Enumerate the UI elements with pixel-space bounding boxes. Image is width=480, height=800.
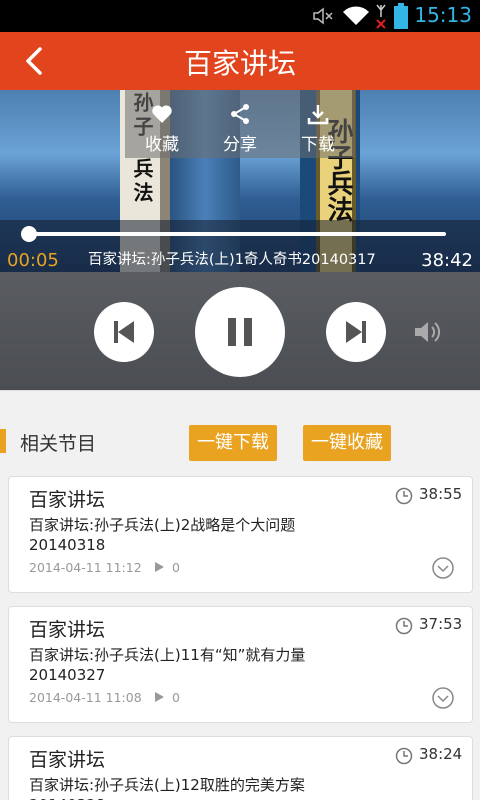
item-description: 百家讲坛:孙子兵法(上)12取胜的完美方案20140328 xyxy=(29,776,305,800)
related-title: 相关节目 xyxy=(20,433,97,455)
clock-icon xyxy=(395,617,413,635)
share-icon xyxy=(231,104,249,124)
share-label: 分享 xyxy=(223,135,257,155)
next-button[interactable] xyxy=(326,302,386,362)
download-button[interactable]: 下载 xyxy=(283,90,353,158)
favorite-button[interactable]: 收藏 xyxy=(127,90,197,158)
expand-chevron-icon[interactable] xyxy=(432,557,454,579)
total-time: 38:42 xyxy=(421,250,473,271)
play-count-icon xyxy=(155,562,164,572)
share-button[interactable]: 分享 xyxy=(205,90,275,158)
clock-icon xyxy=(395,487,413,505)
download-all-button[interactable]: 一键下载 xyxy=(189,425,277,461)
item-description: 百家讲坛:孙子兵法(上)11有“知”就有力量20140327 xyxy=(29,646,306,684)
track-title: 百家讲坛:孙子兵法(上)1奇人奇书20140317 xyxy=(88,252,376,268)
no-signal-icon xyxy=(376,4,386,29)
pause-button[interactable] xyxy=(195,287,285,377)
battery-icon xyxy=(394,3,408,29)
status-time: 15:13 xyxy=(414,3,472,27)
item-title: 百家讲坛 xyxy=(29,489,106,511)
action-panel: 收藏 分享 下载 xyxy=(125,90,355,158)
video-text-left-bottom: 兵法 xyxy=(130,158,154,206)
progress-knob[interactable] xyxy=(20,226,37,242)
play-count-icon xyxy=(155,692,164,702)
item-date: 2014-04-11 11:12 xyxy=(29,560,142,575)
item-title: 百家讲坛 xyxy=(29,749,106,771)
favorite-label: 收藏 xyxy=(145,135,179,155)
list-item[interactable]: 百家讲坛 37:53 百家讲坛:孙子兵法(上)11有“知”就有力量2014032… xyxy=(8,606,473,723)
item-title: 百家讲坛 xyxy=(29,619,106,641)
expand-chevron-icon[interactable] xyxy=(432,687,454,709)
download-label: 下载 xyxy=(301,135,335,155)
heart-icon xyxy=(152,105,172,123)
current-time: 00:05 xyxy=(7,250,59,271)
progress-track[interactable] xyxy=(28,232,446,236)
skip-next-icon xyxy=(346,321,366,343)
wifi-icon xyxy=(343,6,369,25)
skip-previous-icon xyxy=(114,321,134,343)
download-icon xyxy=(307,105,329,125)
section-marker xyxy=(0,429,6,453)
favorite-all-button[interactable]: 一键收藏 xyxy=(303,425,391,461)
related-header: 相关节目 一键下载 一键收藏 xyxy=(0,390,480,472)
page-title: 百家讲坛 xyxy=(183,47,296,80)
playback-controls xyxy=(0,272,480,390)
item-date: 2014-04-11 11:08 xyxy=(29,690,142,705)
mute-icon xyxy=(313,7,333,25)
status-bar: 15:13 xyxy=(0,0,480,32)
item-duration: 37:53 xyxy=(419,615,463,633)
previous-button[interactable] xyxy=(94,302,154,362)
item-duration: 38:55 xyxy=(419,485,463,503)
item-duration: 38:24 xyxy=(419,745,463,763)
item-play-count: 0 xyxy=(172,690,180,705)
pause-icon xyxy=(228,318,252,346)
video-player[interactable]: 孙子 兵法 孙子兵法 收藏 分享 下载 00:05 百家讲坛:孙子兵 xyxy=(0,90,480,272)
item-description: 百家讲坛:孙子兵法(上)2战略是个大问题20140318 xyxy=(29,516,296,554)
app-header: 百家讲坛 xyxy=(0,32,480,90)
clock-icon xyxy=(395,747,413,765)
volume-icon[interactable] xyxy=(413,318,443,346)
list-item[interactable]: 百家讲坛 38:24 百家讲坛:孙子兵法(上)12取胜的完美方案20140328 xyxy=(8,736,473,800)
list-item[interactable]: 百家讲坛 38:55 百家讲坛:孙子兵法(上)2战略是个大问题20140318 … xyxy=(8,476,473,593)
item-play-count: 0 xyxy=(172,560,180,575)
